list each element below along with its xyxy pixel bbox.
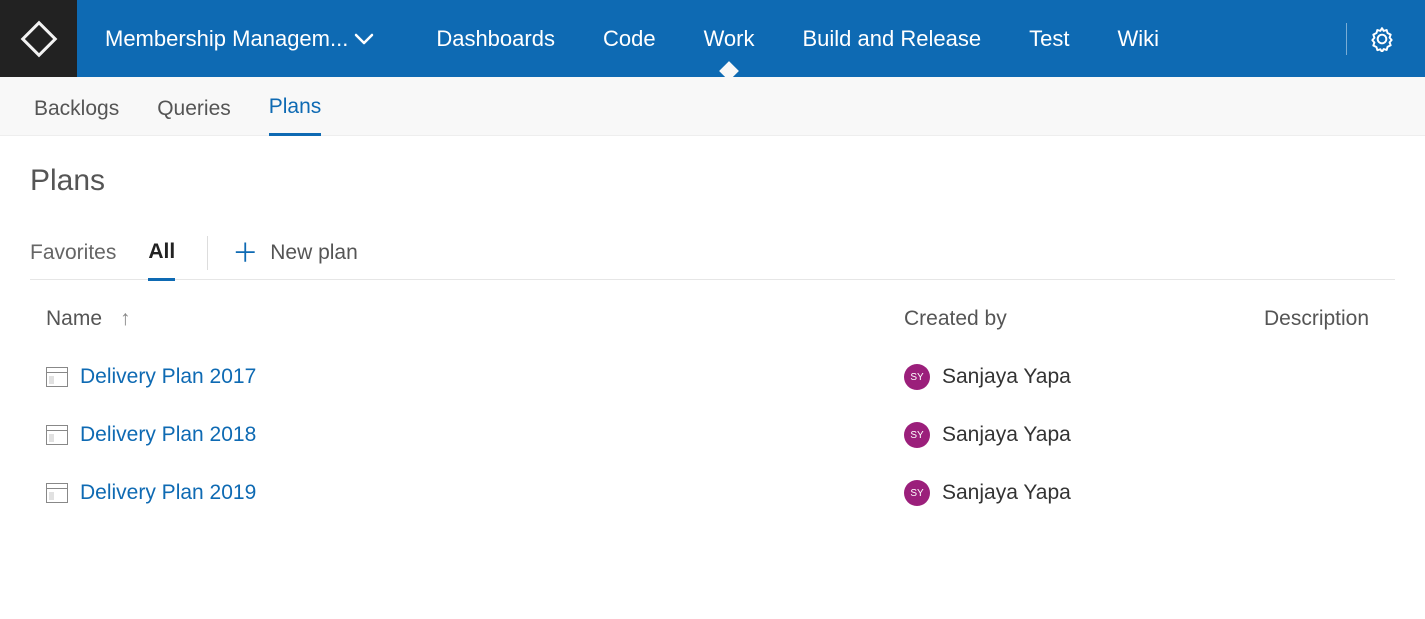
nav-build-release[interactable]: Build and Release [779, 0, 1006, 77]
subnav-backlogs[interactable]: Backlogs [34, 83, 119, 135]
avatar: SY [904, 364, 930, 390]
plan-link[interactable]: Delivery Plan 2017 [80, 365, 256, 389]
plus-icon: ＋ [232, 240, 258, 266]
table-row[interactable]: Delivery Plan 2017 SY Sanjaya Yapa [46, 348, 1395, 406]
project-label: Membership Managem... [105, 26, 348, 52]
new-plan-button[interactable]: ＋ New plan [232, 240, 358, 266]
plans-toolbar: Favorites All ＋ New plan [30, 226, 1395, 280]
subnav-queries[interactable]: Queries [157, 83, 231, 135]
nav-right [1324, 0, 1425, 77]
avatar: SY [904, 422, 930, 448]
page-title: Plans [30, 164, 1395, 198]
created-by-label: Sanjaya Yapa [942, 423, 1071, 447]
plan-icon [46, 483, 68, 503]
plan-link[interactable]: Delivery Plan 2018 [80, 423, 256, 447]
nav-wiki[interactable]: Wiki [1093, 0, 1183, 77]
sub-nav: Backlogs Queries Plans [0, 77, 1425, 136]
nav-work[interactable]: Work [680, 0, 779, 77]
new-plan-label: New plan [270, 241, 358, 265]
content-area: Plans Favorites All ＋ New plan Name ↑ Cr… [0, 136, 1425, 522]
col-header-description[interactable]: Description [1264, 307, 1395, 331]
table-row[interactable]: Delivery Plan 2019 SY Sanjaya Yapa [46, 464, 1395, 522]
gear-icon[interactable] [1369, 26, 1395, 52]
filter-favorites[interactable]: Favorites [30, 227, 116, 279]
plan-link[interactable]: Delivery Plan 2019 [80, 481, 256, 505]
avatar: SY [904, 480, 930, 506]
plan-icon [46, 425, 68, 445]
created-by-label: Sanjaya Yapa [942, 481, 1071, 505]
plans-table: Name ↑ Created by Description Delivery P… [30, 290, 1395, 522]
nav-code[interactable]: Code [579, 0, 680, 77]
nav-test[interactable]: Test [1005, 0, 1093, 77]
col-header-name[interactable]: Name ↑ [46, 307, 904, 331]
chevron-down-icon [354, 26, 374, 52]
table-header: Name ↑ Created by Description [46, 290, 1395, 348]
toolbar-divider [207, 236, 208, 270]
plan-icon [46, 367, 68, 387]
devops-logo-shape [20, 20, 57, 57]
table-row[interactable]: Delivery Plan 2018 SY Sanjaya Yapa [46, 406, 1395, 464]
nav-dashboards[interactable]: Dashboards [412, 0, 579, 77]
nav-divider [1346, 23, 1347, 55]
top-nav: Membership Managem... Dashboards Code Wo… [0, 0, 1425, 77]
nav-items: Dashboards Code Work Build and Release T… [412, 0, 1183, 77]
filter-all[interactable]: All [148, 226, 175, 281]
sort-asc-icon: ↑ [120, 307, 131, 331]
logo-icon[interactable] [0, 0, 77, 77]
subnav-plans[interactable]: Plans [269, 81, 322, 136]
col-header-created-by[interactable]: Created by [904, 307, 1264, 331]
project-dropdown[interactable]: Membership Managem... [77, 0, 402, 77]
created-by-label: Sanjaya Yapa [942, 365, 1071, 389]
